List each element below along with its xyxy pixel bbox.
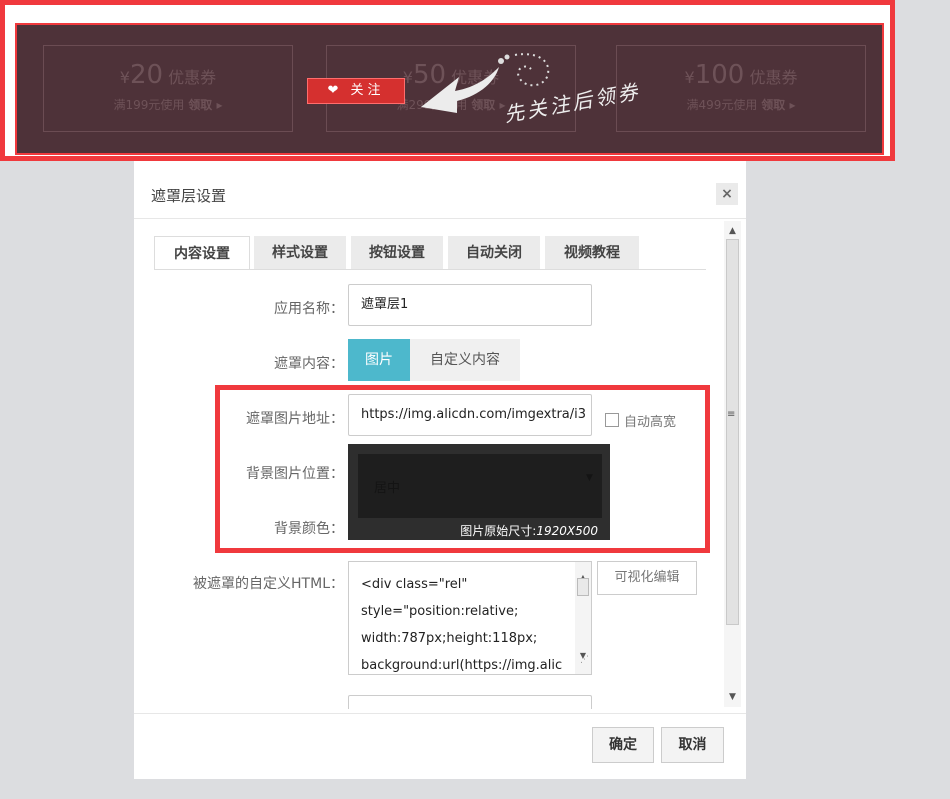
coupon-amount: 20 [129, 60, 164, 90]
divider [134, 713, 746, 714]
coupon-card-20[interactable]: ¥20 优惠券 满199元使用 领取 ▸ [43, 45, 293, 132]
custom-html-textarea[interactable]: <div class="rel" style="position:relativ… [348, 561, 592, 675]
app-name-input[interactable]: 遮罩层1 [348, 284, 592, 326]
follow-label: 关注 [350, 83, 385, 98]
tab-content-settings[interactable]: 内容设置 [154, 236, 250, 270]
scroll-up-icon[interactable]: ▲ [724, 223, 741, 239]
next-field-input[interactable] [348, 695, 592, 709]
coupon-symbol: ¥ [119, 68, 130, 87]
code-line: background:url(https://img.alic [361, 658, 563, 673]
tab-style-settings[interactable]: 样式设置 [254, 236, 346, 270]
custom-html-label: 被遮罩的自定义HTML： [193, 576, 344, 592]
dialog-scrollbar[interactable]: ▲ ≡ ▼ [724, 221, 741, 707]
scroll-thumb[interactable] [577, 578, 589, 596]
divider [134, 218, 746, 219]
cancel-button[interactable]: 取消 [661, 727, 724, 763]
coupon-symbol: ¥ [684, 68, 695, 87]
coupon-unit: 优惠券 [168, 68, 217, 87]
banner-content: ¥20 优惠券 满199元使用 领取 ▸ ¥50 优惠券 满299元使用 领取 … [15, 23, 884, 155]
coupon-claim-link[interactable]: 领取 ▸ [761, 98, 795, 112]
follow-button[interactable]: ❤ 关注 [307, 78, 405, 104]
resize-grip-icon[interactable]: ⋰ [580, 647, 589, 674]
scroll-grip-icon: ≡ [727, 409, 736, 420]
mask-content-label: 遮罩内容： [274, 356, 344, 372]
coupon-condition: 满199元使用 [113, 98, 185, 112]
code-line: style="position:relative; [361, 604, 519, 619]
close-icon[interactable]: × [716, 183, 738, 205]
tab-video-tutorial[interactable]: 视频教程 [545, 236, 639, 270]
scroll-thumb[interactable] [726, 239, 739, 625]
mask-option-image[interactable]: 图片 [348, 339, 410, 381]
heart-icon: ❤ [327, 83, 343, 98]
dialog-title: 遮罩层设置 [151, 187, 227, 205]
coupon-amount: 100 [694, 60, 745, 90]
divider [154, 269, 706, 270]
coupon-condition: 满499元使用 [686, 98, 758, 112]
tab-button-settings[interactable]: 按钮设置 [351, 236, 443, 270]
coupon-card-100[interactable]: ¥100 优惠券 满499元使用 领取 ▸ [616, 45, 866, 132]
mask-option-custom[interactable]: 自定义内容 [410, 339, 520, 381]
coupon-unit: 优惠券 [749, 68, 798, 87]
app-name-label: 应用名称： [274, 301, 344, 317]
coupon-claim-link[interactable]: 领取 ▸ [188, 98, 222, 112]
highlight-box [215, 385, 710, 553]
code-line: width:787px;height:118px; [361, 631, 538, 646]
visual-edit-button[interactable]: 可视化编辑 [597, 561, 697, 595]
mask-banner-preview: ¥20 优惠券 满199元使用 领取 ▸ ¥50 优惠券 满299元使用 领取 … [0, 0, 895, 161]
tab-auto-close[interactable]: 自动关闭 [448, 236, 540, 270]
confirm-button[interactable]: 确定 [592, 727, 654, 763]
code-line: <div class="rel" [361, 577, 468, 592]
scroll-down-icon[interactable]: ▼ [724, 689, 741, 705]
